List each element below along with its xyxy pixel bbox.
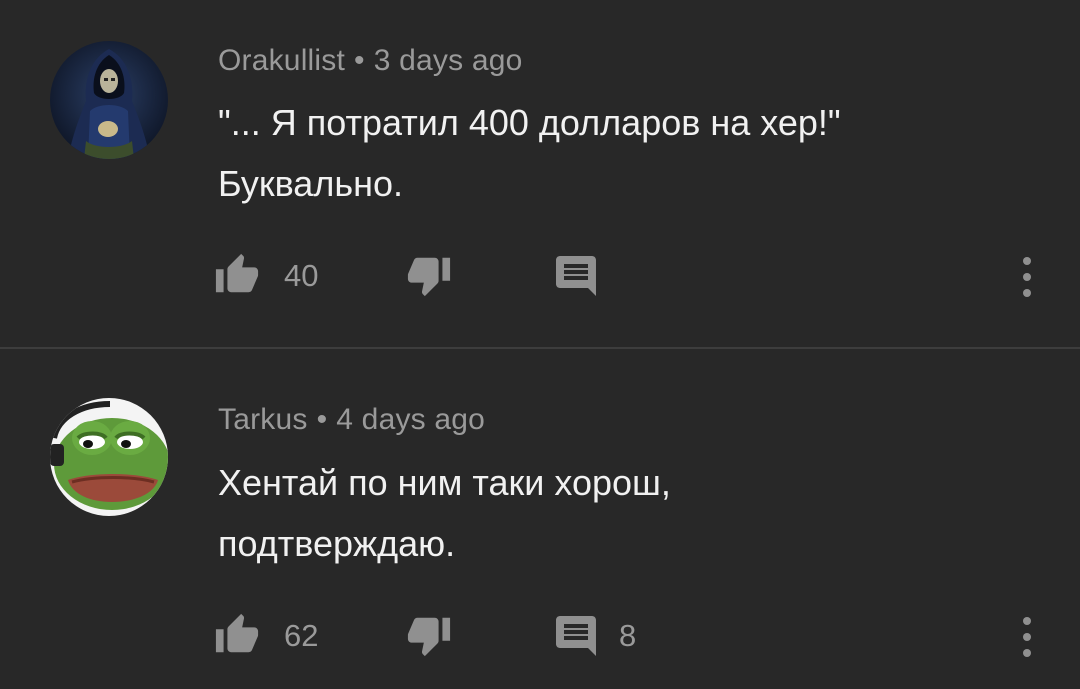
thumbs-down-icon (407, 617, 451, 657)
comment-text-line: "... Я потратил 400 долларов на хер!" (218, 102, 841, 143)
avatar[interactable] (50, 41, 168, 159)
thumbs-up-icon (215, 613, 259, 653)
comment-item: Orakullist • 3 days ago "... Я потратил 40… (0, 0, 1080, 348)
comment-actions: 62 8 (214, 612, 1044, 662)
comment-item: Tarkus • 4 days ago Хентай по ним таки хор… (0, 350, 1080, 689)
frog-avatar (50, 398, 168, 516)
comment-meta: Tarkus • 4 days ago (218, 403, 485, 437)
comment-icon (556, 616, 596, 656)
comment-text: Хентай по ним таки хорош, подтверждаю. (218, 452, 998, 574)
comment-divider (0, 347, 1080, 349)
reply-count: 8 (619, 618, 637, 653)
like-count: 40 (284, 258, 319, 293)
comment-meta: Orakullist • 3 days ago (218, 44, 523, 78)
like-button[interactable] (214, 252, 264, 302)
comment-text-line: подтверждаю. (218, 523, 456, 564)
comment-icon (556, 256, 596, 296)
author-name[interactable]: Tarkus (218, 403, 308, 436)
dislike-button[interactable] (406, 612, 456, 662)
meta-separator: • (354, 44, 365, 77)
avatar[interactable] (50, 398, 168, 516)
thumbs-up-icon (215, 253, 259, 293)
like-button[interactable] (214, 612, 264, 662)
comment-text-line: Хентай по ним таки хорош, (218, 462, 671, 503)
comment-text-line: Буквально. (218, 163, 403, 204)
comment-actions: 40 (214, 252, 1044, 302)
more-options-button[interactable] (1012, 612, 1042, 662)
comment-text: "... Я потратил 400 долларов на хер!" Бу… (218, 92, 998, 214)
comment-time[interactable]: 4 days ago (336, 403, 485, 436)
hooded-figure-avatar (50, 41, 168, 159)
dislike-button[interactable] (406, 252, 456, 302)
thumbs-down-icon (407, 257, 451, 297)
more-options-button[interactable] (1012, 252, 1042, 302)
meta-separator: • (316, 403, 328, 436)
reply-button[interactable] (552, 252, 602, 302)
reply-button[interactable] (552, 612, 602, 662)
comment-time[interactable]: 3 days ago (374, 44, 523, 77)
comments-thread: Orakullist • 3 days ago "... Я потратил 40… (0, 0, 1080, 689)
like-count: 62 (284, 618, 319, 653)
author-name[interactable]: Orakullist (218, 44, 345, 77)
more-vertical-icon (1023, 617, 1031, 657)
more-vertical-icon (1023, 257, 1031, 297)
